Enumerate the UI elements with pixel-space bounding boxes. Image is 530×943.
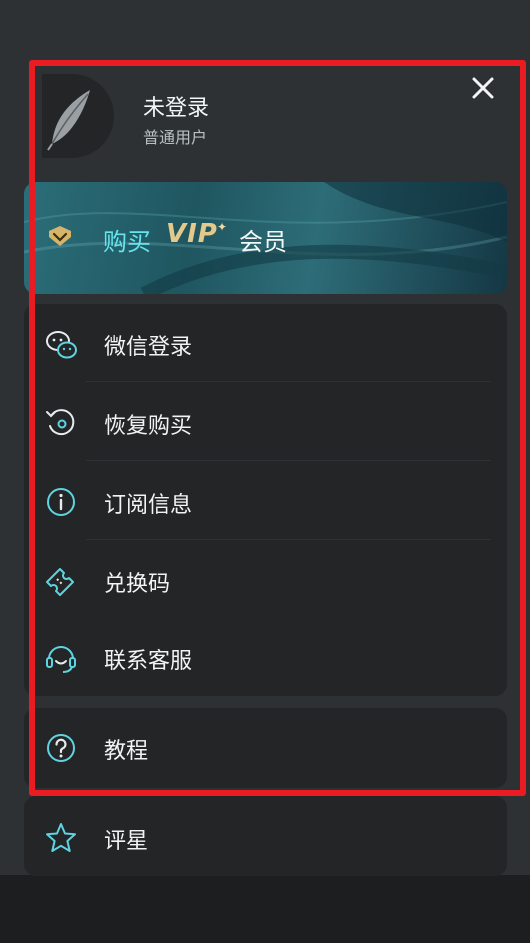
bottom-bar	[0, 875, 530, 943]
wechat-icon	[46, 331, 77, 359]
close-icon[interactable]	[467, 72, 499, 104]
menu-item-label: 恢复购买	[104, 414, 193, 439]
restore-icon	[46, 409, 75, 436]
menu-item-wechat-login[interactable]: 微信登录	[24, 305, 507, 383]
menu-item-label: 微信登录	[104, 335, 193, 360]
info-icon	[47, 488, 75, 516]
menu-item-contact-support[interactable]: 联系客服	[24, 619, 507, 697]
menu-item-subscription-info[interactable]: 订阅信息	[24, 463, 507, 541]
menu-item-tutorial[interactable]: 教程	[24, 709, 507, 787]
avatar[interactable]	[42, 74, 114, 158]
menu-item-label: 评星	[104, 829, 149, 854]
vip-member-label: 会员	[239, 228, 287, 256]
vip-badge-icon	[49, 226, 71, 246]
vip-logo-text: VIP	[166, 219, 218, 249]
menu-item-redeem-code[interactable]: 兑换码	[24, 542, 507, 620]
user-level-subtitle: 普通用户	[143, 128, 208, 147]
menu-item-label: 联系客服	[104, 649, 193, 674]
menu-item-restore-purchase[interactable]: 恢复购买	[24, 384, 507, 462]
menu-item-label: 教程	[104, 739, 149, 764]
star-icon	[46, 823, 76, 852]
headset-icon	[46, 646, 76, 673]
vip-buy-label: 购买	[103, 228, 151, 256]
login-status-title[interactable]: 未登录	[143, 90, 209, 122]
menu-item-label: 兑换码	[104, 572, 171, 597]
menu-item-rate[interactable]: 评星	[24, 799, 507, 877]
ticket-icon	[46, 568, 74, 596]
help-icon	[47, 734, 75, 762]
feather-icon	[47, 90, 90, 151]
menu-item-label: 订阅信息	[104, 493, 193, 518]
sparkle-icon: ✦	[217, 220, 228, 234]
